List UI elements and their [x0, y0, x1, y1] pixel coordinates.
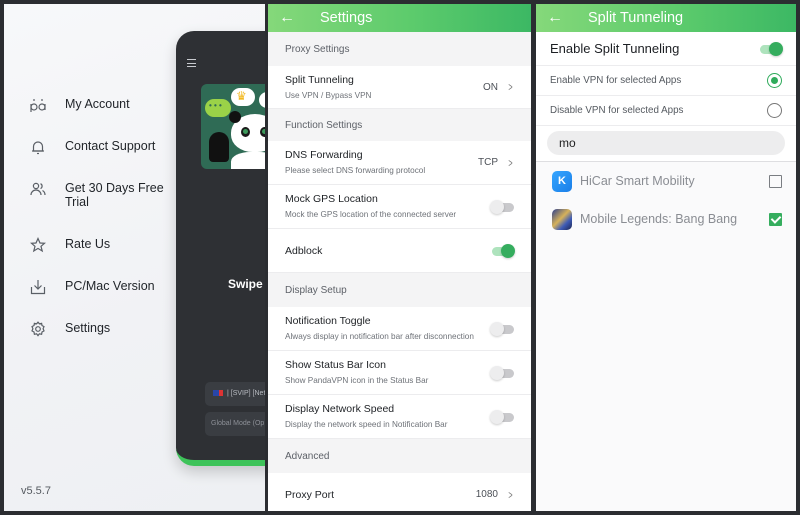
network-speed-toggle[interactable]: [490, 409, 514, 424]
chevron-right-icon: >: [508, 155, 513, 170]
panda-illustration: [201, 84, 265, 169]
menu-item-rate-us[interactable]: Rate Us: [30, 234, 190, 276]
app-list-item[interactable]: Mobile Legends: Bang Bang: [536, 200, 796, 238]
account-icon: [30, 99, 46, 112]
section-header-function: Function Settings: [268, 109, 531, 141]
network-speed-row: Display Network Speed Display the network…: [268, 395, 531, 439]
arrow-left-icon[interactable]: ←: [268, 9, 306, 27]
menu-item-settings[interactable]: Settings: [30, 318, 190, 360]
app-checkbox[interactable]: [769, 212, 782, 226]
row-subtitle: Please select DNS forwarding protocol: [285, 166, 426, 175]
mobile-legends-app-icon: [552, 208, 572, 230]
chevron-right-icon: >: [508, 80, 513, 94]
swipe-hint: Swipe u: [228, 277, 265, 291]
split-tunneling-app-bar: ← Split Tunneling: [536, 4, 796, 32]
row-title: DNS Forwarding: [285, 149, 363, 161]
menu-item-label: PC/Mac Version: [65, 279, 155, 293]
app-search-input[interactable]: [547, 131, 785, 155]
panda-paw: [209, 132, 229, 162]
row-title: Enable Split Tunneling: [550, 41, 680, 56]
option-enable-vpn-selected[interactable]: Enable VPN for selected Apps: [536, 66, 796, 96]
hamburger-menu-icon[interactable]: [187, 59, 196, 67]
settings-screen: ← Settings Proxy Settings Split Tunnelin…: [268, 4, 531, 511]
app-checkbox[interactable]: [769, 174, 782, 188]
status-bar-icon-toggle[interactable]: [490, 365, 514, 380]
radio-button[interactable]: [767, 103, 782, 118]
row-subtitle: Use VPN / Bypass VPN: [285, 90, 372, 100]
row-subtitle: Always display in notification bar after…: [285, 332, 474, 341]
app-name: HiCar Smart Mobility: [580, 174, 695, 188]
option-label: Disable VPN for selected Apps: [550, 105, 684, 116]
menu-item-label: My Account: [65, 97, 130, 111]
download-icon: [30, 280, 46, 295]
row-title: Split Tunneling: [285, 73, 354, 86]
menu-item-label: Rate Us: [65, 237, 111, 251]
menu-item-label: Get 30 Days Free Trial: [65, 181, 164, 209]
menu-item-label: Contact Support: [65, 139, 156, 153]
section-header-proxy: Proxy Settings: [268, 32, 531, 66]
menu-item-contact-support[interactable]: Contact Support: [30, 136, 190, 178]
mock-gps-toggle[interactable]: [490, 199, 514, 214]
row-title: Display Network Speed: [285, 403, 395, 415]
panda-body: [231, 152, 265, 169]
row-title: Show Status Bar Icon: [285, 359, 386, 371]
row-title: Adblock: [285, 244, 323, 257]
section-header-advanced: Advanced: [268, 439, 531, 473]
mode-selector[interactable]: Global Mode (Op: [205, 412, 265, 436]
app-name: Mobile Legends: Bang Bang: [580, 212, 738, 226]
row-title: Mock GPS Location: [285, 193, 378, 205]
radio-button[interactable]: [767, 73, 782, 88]
bell-icon: [32, 141, 44, 155]
menu-item-label: Settings: [65, 321, 111, 335]
split-tunneling-screen: ← Split Tunneling Enable Split Tunneling…: [536, 4, 796, 511]
arrow-left-icon[interactable]: ←: [536, 9, 574, 27]
notification-toggle-row: Notification Toggle Always display in not…: [268, 307, 531, 351]
chevron-right-icon: >: [508, 487, 513, 502]
users-icon: [30, 182, 46, 196]
option-disable-vpn-selected[interactable]: Disable VPN for selected Apps: [536, 96, 796, 126]
row-value: TCP: [477, 157, 498, 168]
settings-app-bar: ← Settings: [268, 4, 531, 32]
row-title: Proxy Port: [285, 488, 335, 501]
crown-bubble-icon: [231, 88, 255, 106]
page-title: Settings: [320, 10, 373, 26]
gear-icon: [31, 321, 45, 337]
chat-bubble-icon: [205, 99, 231, 117]
adblock-row: Adblock: [268, 229, 531, 273]
search-bar: [536, 126, 796, 162]
proxy-port-row[interactable]: Proxy Port 1080 >: [268, 473, 531, 511]
server-name: | [SVIP] [Net: [227, 390, 265, 397]
mock-gps-row: Mock GPS Location Mock the GPS location o…: [268, 185, 531, 229]
row-subtitle: Mock the GPS location of the connected s…: [285, 210, 457, 219]
app-version: v5.5.7: [21, 485, 51, 497]
section-header-display: Display Setup: [268, 273, 531, 307]
dns-forwarding-row[interactable]: DNS Forwarding Please select DNS forwardi…: [268, 141, 531, 185]
flag-icon: [213, 390, 223, 397]
menu-item-free-trial[interactable]: Get 30 Days Free Trial: [30, 178, 190, 234]
menu-item-pc-mac-version[interactable]: PC/Mac Version: [30, 276, 190, 318]
star-icon: [30, 237, 46, 253]
option-label: Enable VPN for selected Apps: [550, 75, 682, 86]
page-title: Split Tunneling: [588, 10, 684, 26]
notification-toggle[interactable]: [490, 321, 514, 336]
enable-split-tunneling-toggle[interactable]: [758, 41, 783, 56]
row-value: 1080: [475, 489, 498, 500]
heart-bubble-icon: [259, 92, 265, 108]
menu-item-my-account[interactable]: My Account: [30, 94, 190, 136]
server-selector[interactable]: | [SVIP] [Net: [205, 382, 265, 406]
app-list-item[interactable]: K HiCar Smart Mobility: [536, 162, 796, 200]
side-menu: My Account Contact Support Get 30 Days F…: [30, 94, 190, 360]
status-bar-icon-row: Show Status Bar Icon Show PandaVPN icon i…: [268, 351, 531, 395]
row-subtitle: Show PandaVPN icon in the Status Bar: [285, 376, 429, 385]
adblock-toggle[interactable]: [490, 243, 515, 258]
row-title: Notification Toggle: [285, 315, 371, 327]
split-tunneling-row[interactable]: Split Tunneling Use VPN / Bypass VPN ON >: [268, 66, 531, 109]
side-menu-panel: My Account Contact Support Get 30 Days F…: [4, 4, 265, 511]
row-value: ON: [482, 81, 498, 93]
row-subtitle: Display the network speed in Notificatio…: [285, 420, 448, 429]
enable-split-tunneling-row: Enable Split Tunneling: [536, 32, 796, 66]
hicar-app-icon: K: [552, 170, 572, 192]
app-preview-phone: Swipe u | [SVIP] [Net Global Mode (Op: [176, 31, 265, 466]
panda-head: [229, 111, 265, 152]
